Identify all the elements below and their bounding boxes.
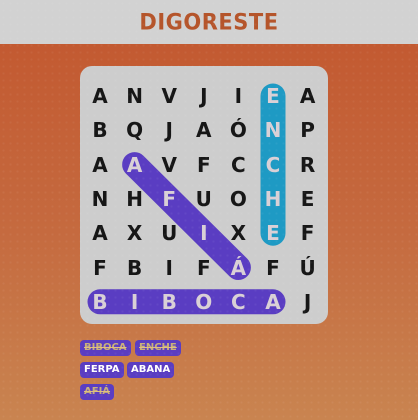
grid-cell[interactable]: F xyxy=(256,251,290,285)
grid-cell[interactable]: O xyxy=(221,182,255,216)
grid-cell[interactable]: H xyxy=(256,182,290,216)
grid-cell[interactable]: A xyxy=(187,113,221,147)
grid-cell[interactable]: B xyxy=(83,285,117,319)
word-chip: BIBOCA xyxy=(80,340,131,356)
grid-cell[interactable]: C xyxy=(256,148,290,182)
grid-cell[interactable]: J xyxy=(187,79,221,113)
grid-cell[interactable]: B xyxy=(152,285,186,319)
app-header: DIGORESTE xyxy=(0,0,418,44)
grid-cell[interactable]: I xyxy=(152,251,186,285)
grid-cell[interactable]: I xyxy=(221,79,255,113)
grid-cell[interactable]: B xyxy=(83,113,117,147)
grid-cell[interactable]: N xyxy=(118,79,152,113)
grid-cell[interactable]: P xyxy=(291,113,325,147)
grid-cell[interactable]: A xyxy=(291,79,325,113)
grid-cell[interactable]: A xyxy=(256,285,290,319)
grid-cell[interactable]: V xyxy=(152,79,186,113)
grid-cell[interactable]: F xyxy=(187,251,221,285)
word-chip: ABANA xyxy=(127,362,175,378)
grid-cell[interactable]: C xyxy=(221,148,255,182)
grid-cell[interactable]: F xyxy=(291,216,325,250)
grid-cell[interactable]: C xyxy=(221,285,255,319)
grid-cell[interactable]: Ú xyxy=(291,251,325,285)
grid-cell[interactable]: U xyxy=(187,182,221,216)
grid-cell[interactable]: J xyxy=(291,285,325,319)
word-chip: AFIÁ xyxy=(80,384,115,400)
word-chip: ENCHE xyxy=(135,340,181,356)
grid-cell[interactable]: Q xyxy=(118,113,152,147)
grid-cell[interactable]: J xyxy=(152,113,186,147)
grid-cell[interactable]: A xyxy=(83,148,117,182)
grid-cell[interactable]: F xyxy=(152,182,186,216)
grid-cell[interactable]: I xyxy=(118,285,152,319)
grid-cell[interactable]: X xyxy=(221,216,255,250)
grid-cell[interactable]: N xyxy=(256,113,290,147)
grid-cell[interactable]: I xyxy=(187,216,221,250)
grid-cell[interactable]: R xyxy=(291,148,325,182)
grid-cell[interactable]: F xyxy=(187,148,221,182)
grid-cell[interactable]: B xyxy=(118,251,152,285)
grid-cell[interactable]: N xyxy=(83,182,117,216)
grid-cell[interactable]: O xyxy=(187,285,221,319)
grid-cell[interactable]: X xyxy=(118,216,152,250)
grid-cell[interactable]: F xyxy=(83,251,117,285)
grid-cell[interactable]: E xyxy=(256,79,290,113)
app-logo: DIGORESTE xyxy=(139,9,279,35)
grid-cell[interactable]: E xyxy=(256,216,290,250)
grid-cell[interactable]: V xyxy=(152,148,186,182)
grid-cell[interactable]: Ó xyxy=(221,113,255,147)
grid-cell[interactable]: U xyxy=(152,216,186,250)
grid-cell[interactable]: Á xyxy=(221,251,255,285)
grid-cell[interactable]: E xyxy=(291,182,325,216)
grid-cell[interactable]: A xyxy=(83,216,117,250)
word-chip: FERPA xyxy=(80,362,124,378)
grid-cell[interactable]: A xyxy=(83,79,117,113)
grid-cell[interactable]: A xyxy=(118,148,152,182)
word-list: BIBOCA ENCHE FERPA ABANA AFIÁ xyxy=(80,340,280,410)
grid-cell[interactable]: H xyxy=(118,182,152,216)
letter-grid: ANVJIEABQJAÓNPAAVFCCRNHFUOHEAXUIXEFFBIFÁ… xyxy=(80,66,328,324)
